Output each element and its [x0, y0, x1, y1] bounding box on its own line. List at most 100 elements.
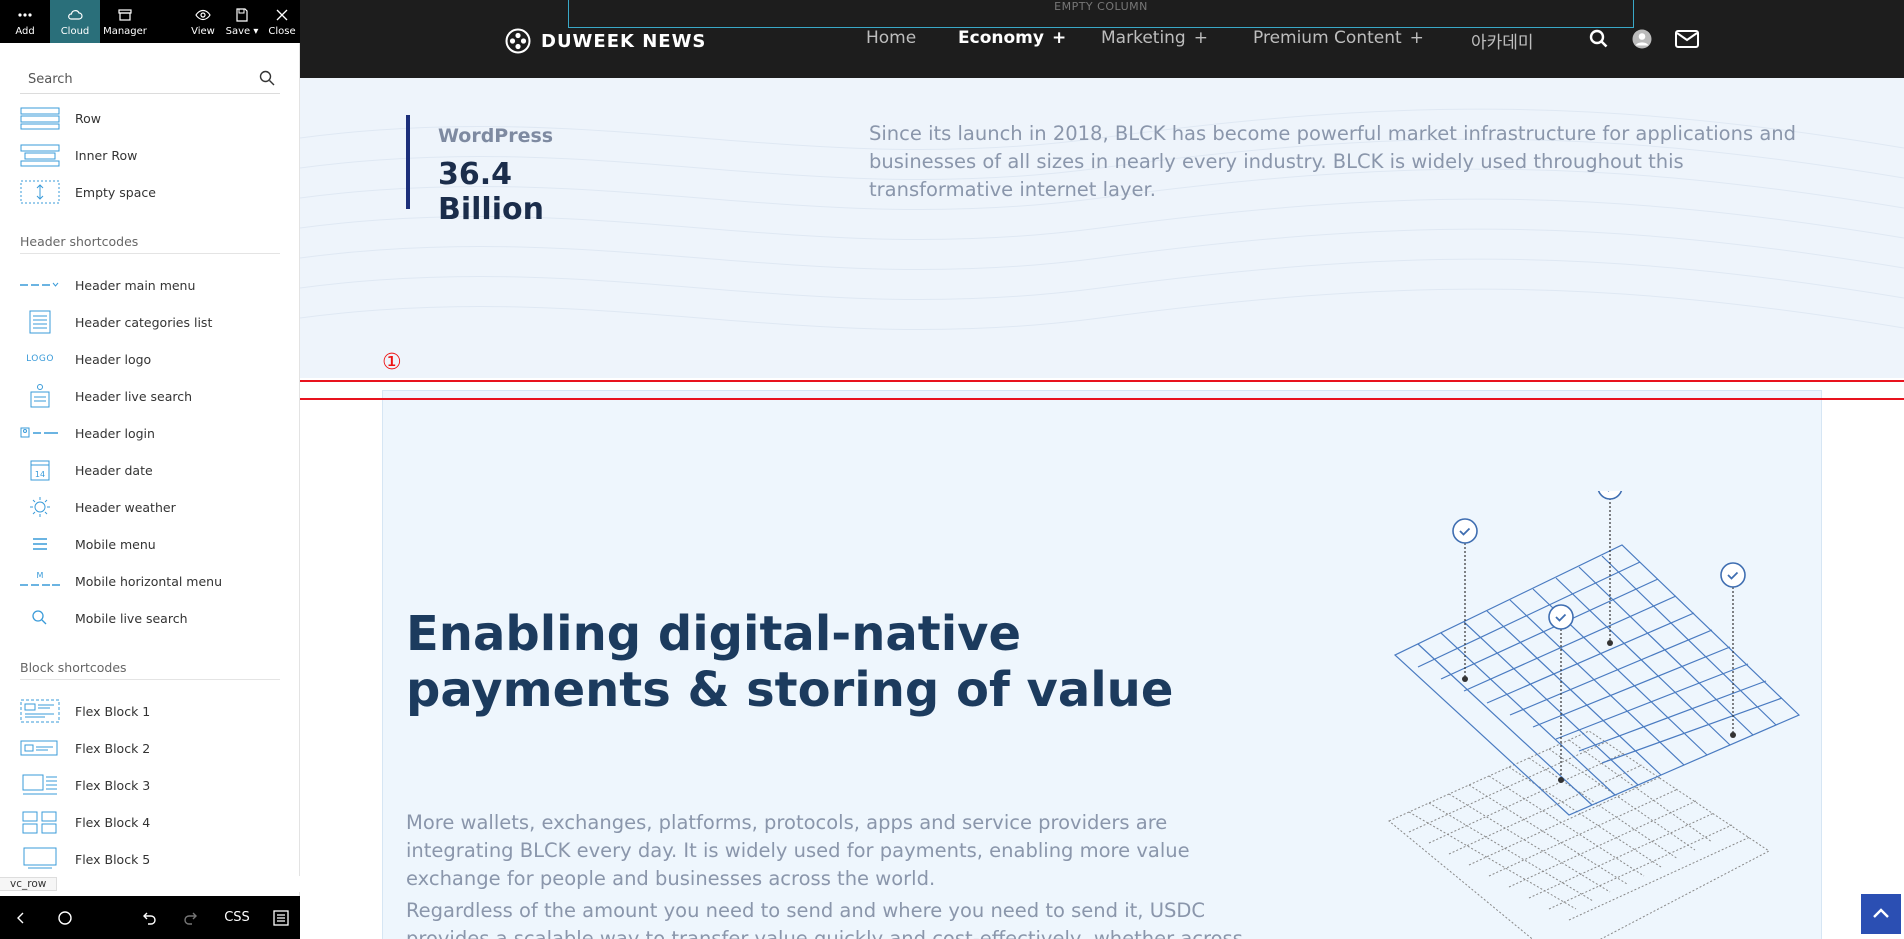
element-label: Flex Block 2	[75, 740, 151, 756]
element-row[interactable]: Row	[0, 100, 300, 136]
close-label: Close	[268, 25, 296, 37]
save-label: Save	[225, 25, 251, 37]
store-icon	[118, 8, 132, 21]
save-button[interactable]: Save ▾	[224, 0, 260, 43]
element-label: Header live search	[75, 388, 193, 404]
element-header-main-menu[interactable]: Header main menu	[0, 267, 300, 303]
element-header-date[interactable]: 14 Header date	[0, 452, 300, 488]
element-mobile-menu[interactable]: Mobile menu	[0, 526, 300, 562]
empty-space-icon	[20, 180, 60, 204]
search-icon[interactable]	[258, 69, 276, 87]
feature-title: Enabling digital-native payments & stori…	[406, 606, 1174, 718]
annotation-marker: ①	[382, 350, 402, 375]
undo-button[interactable]	[136, 896, 162, 939]
element-label: Header categories list	[75, 314, 213, 330]
element-label: Mobile horizontal menu	[75, 573, 223, 589]
element-label: Row	[75, 110, 101, 126]
back-button[interactable]	[8, 896, 34, 939]
site-logo[interactable]: DUWEEK NEWS	[505, 27, 706, 55]
editor-toolbar: Add Cloud Manager View Save ▾ Close	[0, 0, 300, 43]
login-icon	[20, 427, 58, 438]
list-icon	[273, 909, 289, 926]
flex-block-icon	[22, 774, 57, 795]
scroll-to-top-button[interactable]	[1861, 894, 1901, 934]
empty-column-label: EMPTY COLUMN	[1054, 0, 1148, 13]
element-flex-block-5[interactable]: Flex Block 5	[0, 841, 300, 870]
element-search	[20, 64, 280, 94]
main-menu-icon	[20, 282, 59, 287]
hamburger-icon	[33, 538, 47, 550]
element-flex-block-4[interactable]: Flex Block 4	[0, 804, 300, 840]
element-flex-block-1[interactable]: Flex Block 1	[0, 693, 300, 729]
nav-academy[interactable]: 아카데미	[1471, 28, 1534, 53]
manager-button[interactable]: Manager	[100, 0, 150, 43]
element-header-login[interactable]: Header login	[0, 415, 300, 451]
element-label: Flex Block 1	[75, 703, 151, 719]
search-icon[interactable]	[1588, 28, 1610, 50]
row-highlight-outline	[289, 380, 1904, 400]
element-header-live-search[interactable]: Header live search	[0, 378, 300, 414]
brand-name: DUWEEK NEWS	[541, 30, 707, 52]
element-list: Row Inner Row Empty space Header shortco…	[0, 100, 300, 870]
stats-description: Since its launch in 2018, BLCK has becom…	[869, 122, 1797, 201]
element-flex-block-2[interactable]: Flex Block 2	[0, 730, 300, 766]
redo-button[interactable]	[178, 896, 204, 939]
editor-bottombar: CSS	[0, 896, 300, 939]
element-label: Header login	[75, 425, 155, 441]
calendar-icon: 14	[30, 460, 50, 481]
horizontal-menu-icon: M	[20, 571, 60, 586]
network-grid-illustration	[1388, 491, 1801, 939]
flex-block-icon	[20, 699, 60, 723]
element-label: Flex Block 5	[75, 851, 151, 867]
feature-paragraph: More wallets, exchanges, platforms, prot…	[406, 811, 1190, 890]
row-icon	[20, 107, 60, 130]
element-label: Flex Block 4	[75, 814, 151, 830]
chevron-up-icon	[1873, 908, 1889, 918]
nav-marketing[interactable]: Marketing +	[1101, 28, 1208, 48]
element-label: Empty space	[75, 184, 156, 200]
element-header-logo[interactable]: LOGO Header logo	[0, 341, 300, 377]
stat-value: 36.4 Billion	[438, 157, 544, 227]
feature-paragraph: Regardless of the amount you need to sen…	[406, 899, 1243, 939]
element-header-weather[interactable]: Header weather	[0, 489, 300, 525]
inner-row-icon	[20, 144, 60, 167]
view-button[interactable]: View	[188, 0, 218, 43]
stat-label: WordPress	[438, 125, 554, 147]
empty-column-placeholder[interactable]: EMPTY COLUMN	[568, 0, 1634, 28]
responsive-button[interactable]	[52, 896, 78, 939]
element-mobile-live-search[interactable]: Mobile live search	[0, 600, 300, 636]
element-label: Header weather	[75, 499, 176, 515]
nav-home[interactable]: Home	[866, 28, 916, 48]
nav-economy[interactable]: HomeEconomy+	[958, 28, 1066, 48]
element-empty-space[interactable]: Empty space	[0, 174, 300, 210]
element-label: Header date	[75, 462, 153, 478]
element-label: Flex Block 3	[75, 777, 151, 793]
search-icon	[32, 610, 47, 625]
element-flex-block-3[interactable]: Flex Block 3	[0, 767, 300, 803]
page-content: WordPress 36.4 Billion Since its launch …	[289, 78, 1904, 939]
element-mobile-horizontal-menu[interactable]: M Mobile horizontal menu	[0, 563, 300, 599]
element-label: Header logo	[75, 351, 152, 367]
add-button[interactable]: Add	[0, 0, 50, 43]
feature-section: Enabling digital-native payments & stori…	[382, 390, 1822, 939]
search-input[interactable]	[28, 68, 248, 90]
css-button[interactable]: CSS	[220, 896, 254, 939]
cloud-button[interactable]: Cloud	[50, 0, 100, 43]
layout-list-button[interactable]	[268, 896, 294, 939]
mail-icon[interactable]	[1674, 28, 1700, 50]
element-label: Mobile menu	[75, 536, 156, 552]
flex-block-icon	[22, 811, 57, 834]
breadcrumb[interactable]: vc_row	[0, 876, 300, 892]
manager-label: Manager	[103, 25, 147, 37]
user-icon[interactable]	[1631, 28, 1653, 50]
element-inner-row[interactable]: Inner Row	[0, 137, 300, 173]
section-header-shortcodes: Header shortcodes	[20, 232, 280, 254]
nav-premium-content[interactable]: Premium Content +	[1253, 28, 1424, 48]
element-label: Mobile live search	[75, 610, 188, 626]
breadcrumb-tag[interactable]: vc_row	[0, 877, 58, 891]
element-panel: Add Cloud Manager View Save ▾ Close Sear…	[0, 0, 300, 939]
close-button[interactable]: Close	[266, 0, 298, 43]
element-header-categories-list[interactable]: Header categories list	[0, 304, 300, 340]
section-block-shortcodes: Block shortcodes	[20, 658, 280, 680]
view-label: View	[191, 25, 215, 37]
